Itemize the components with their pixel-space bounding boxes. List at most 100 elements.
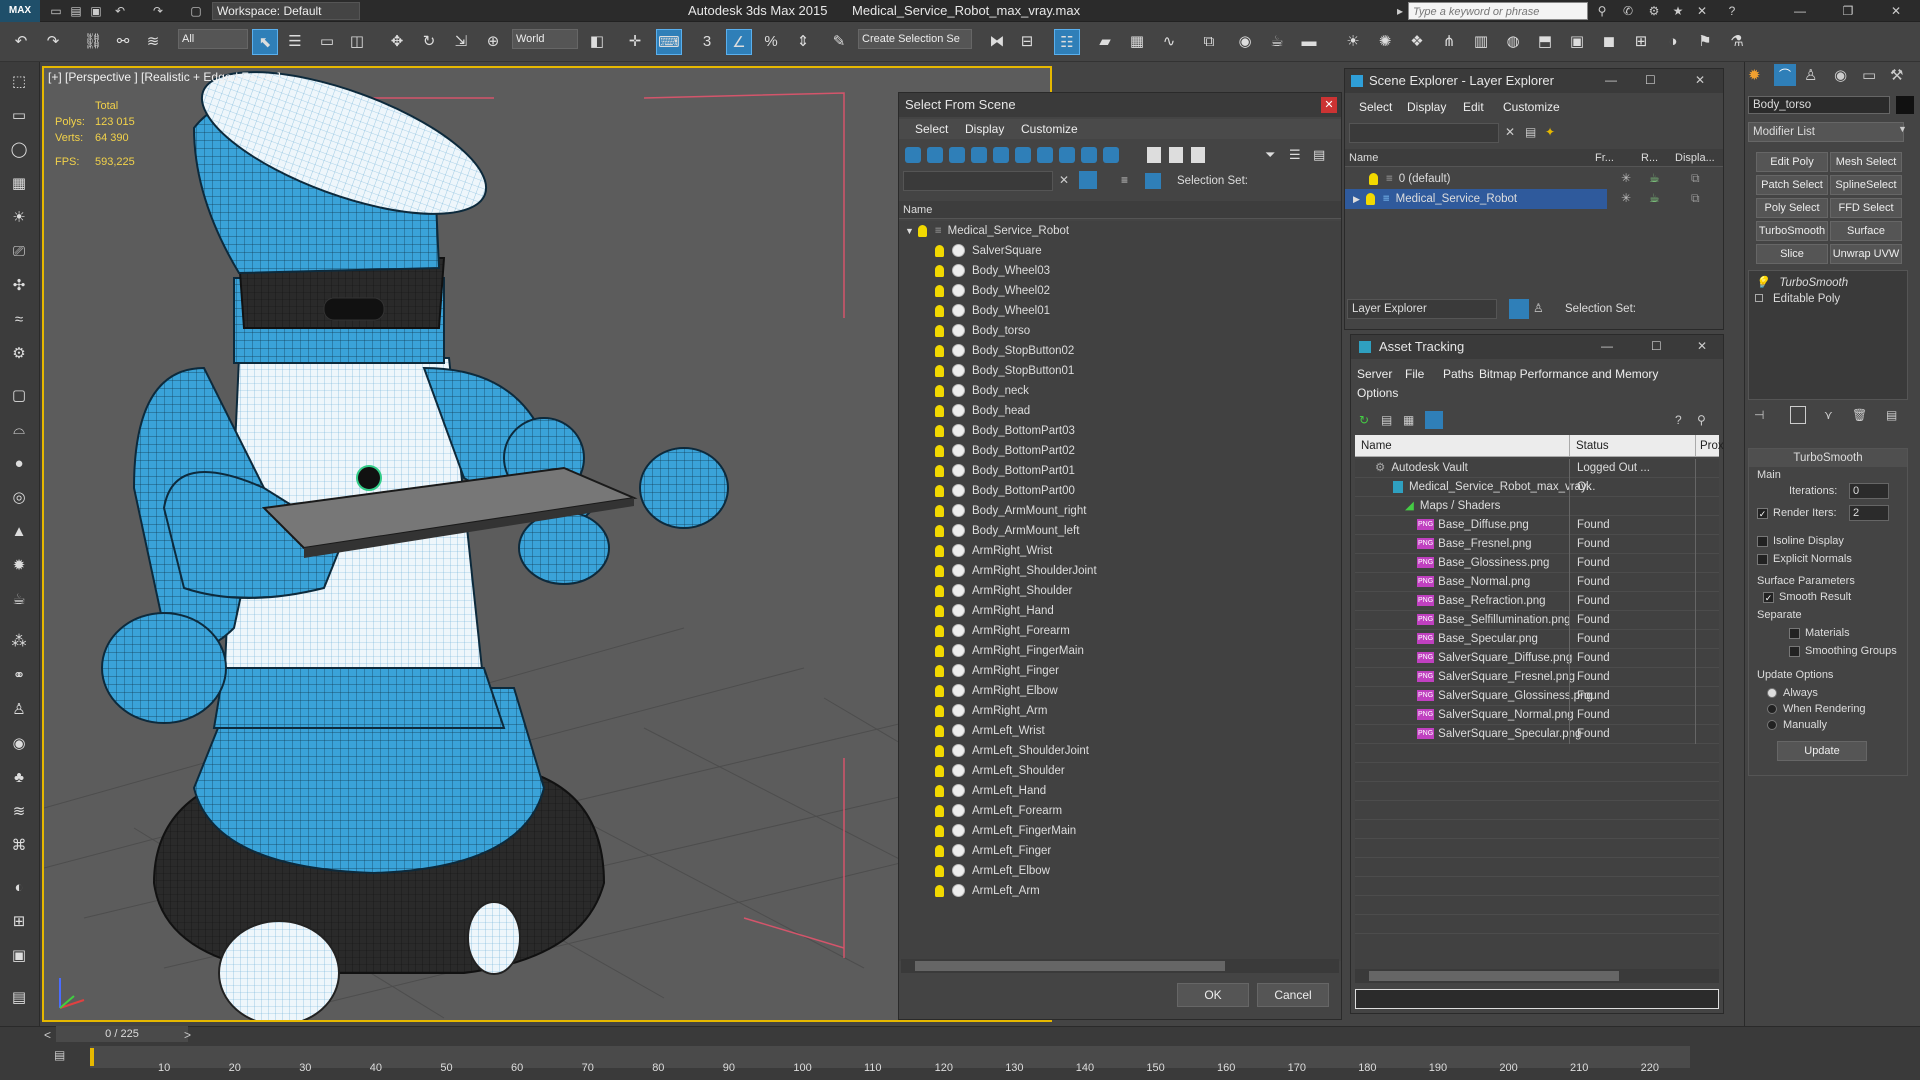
light-bulb-icon[interactable] bbox=[935, 804, 944, 817]
isoline-checkbox[interactable] bbox=[1757, 535, 1768, 547]
list-item[interactable]: ArmLeft_Forearm bbox=[899, 801, 1341, 821]
display-icon[interactable]: ⧉ bbox=[1691, 191, 1700, 206]
list-item[interactable]: ArmLeft_FingerMain bbox=[899, 821, 1341, 841]
list-item[interactable]: Body_Wheel03 bbox=[899, 261, 1341, 281]
object-name-field[interactable]: Body_torso bbox=[1748, 96, 1890, 114]
pin-stack-icon[interactable]: ⊣ bbox=[1754, 408, 1764, 422]
light-bulb-icon[interactable] bbox=[935, 284, 944, 297]
cancel-button[interactable]: Cancel bbox=[1257, 983, 1329, 1007]
light-bulb-icon[interactable] bbox=[935, 604, 944, 617]
freeze-icon[interactable]: ✳ bbox=[1621, 191, 1631, 205]
modifier-button[interactable]: SplineSelect bbox=[1830, 175, 1902, 195]
freeze-icon[interactable]: ✳ bbox=[1621, 171, 1631, 185]
display-tab-icon[interactable]: ▭ bbox=[1862, 66, 1876, 84]
se-col-render[interactable]: R... bbox=[1641, 149, 1658, 167]
sort-icon[interactable]: ☰ bbox=[1289, 147, 1301, 163]
torus-icon[interactable]: ◎ bbox=[6, 486, 32, 510]
mirror-icon[interactable]: ⧓ bbox=[984, 29, 1010, 55]
at-refresh-icon[interactable]: ↻ bbox=[1359, 413, 1369, 427]
light-bulb-icon[interactable] bbox=[935, 784, 944, 797]
list-item[interactable]: Body_ArmMount_left bbox=[899, 521, 1341, 541]
spinner-snap-icon[interactable]: ⇕ bbox=[790, 29, 816, 55]
list-item[interactable]: Body_torso bbox=[899, 321, 1341, 341]
place-icon[interactable]: ⊕ bbox=[480, 29, 506, 55]
render-iters-spinner[interactable]: 2 bbox=[1849, 505, 1889, 521]
grid-icon[interactable]: ▦ bbox=[6, 172, 32, 196]
asset-row[interactable]: PNG SalverSquare_Glossiness.png Found bbox=[1355, 687, 1719, 706]
layer-row-default[interactable]: ≡ 0 (default) bbox=[1345, 169, 1723, 189]
help-icon[interactable]: ? bbox=[1724, 3, 1740, 19]
at-table-icon[interactable] bbox=[1425, 411, 1443, 429]
shapes-icon[interactable]: ◯ bbox=[6, 138, 32, 162]
modifier-button[interactable]: Mesh Select bbox=[1830, 152, 1902, 172]
se-col-name[interactable]: Name bbox=[1349, 149, 1378, 167]
at-col-name[interactable]: Name bbox=[1361, 435, 1392, 457]
se-menu-select[interactable]: Select bbox=[1359, 100, 1392, 114]
search-expand-icon[interactable]: ▸ bbox=[1392, 3, 1408, 19]
layer-row-robot[interactable]: ▶ ≡ Medical_Service_Robot bbox=[1345, 189, 1607, 209]
filter-groups-icon[interactable] bbox=[1037, 147, 1053, 163]
se-minimize-icon[interactable]: — bbox=[1605, 73, 1617, 87]
se-menu-customize[interactable]: Customize bbox=[1503, 100, 1560, 114]
light-bulb-icon[interactable] bbox=[1365, 192, 1375, 205]
redo-icon[interactable]: ↷ bbox=[150, 3, 166, 19]
asset-row[interactable]: PNG SalverSquare_Diffuse.png Found bbox=[1355, 649, 1719, 668]
materials-checkbox[interactable] bbox=[1789, 627, 1800, 639]
at-pin-icon[interactable]: ⚲ bbox=[1697, 413, 1706, 427]
light-bulb-icon[interactable] bbox=[935, 664, 944, 677]
filter-bones-icon[interactable] bbox=[1081, 147, 1097, 163]
filter-geometry-icon[interactable] bbox=[905, 147, 921, 163]
hierarchy-tab-icon[interactable]: ♙ bbox=[1804, 66, 1817, 84]
light-bulb-icon[interactable] bbox=[935, 424, 944, 437]
uvw-icon[interactable]: ⊞ bbox=[6, 910, 32, 934]
pivot-center-icon[interactable]: ◧ bbox=[584, 29, 610, 55]
sfs-clear-icon[interactable]: ✕ bbox=[1059, 173, 1069, 187]
vray-ipr-icon[interactable]: ⊞ bbox=[1628, 29, 1654, 55]
light-bulb-icon[interactable] bbox=[935, 864, 944, 877]
list-item[interactable]: ArmLeft_Wrist bbox=[899, 721, 1341, 741]
sfs-menu-select[interactable]: Select bbox=[915, 122, 948, 136]
keyboard-shortcut-icon[interactable]: ⌨ bbox=[656, 29, 682, 55]
foliage-icon[interactable]: ♣ bbox=[6, 766, 32, 790]
sfs-layer-icon[interactable]: ≡ bbox=[1121, 173, 1128, 187]
light-bulb-icon[interactable] bbox=[935, 544, 944, 557]
vray-sun-icon[interactable]: ✺ bbox=[1372, 29, 1398, 55]
selection-filter-dropdown[interactable]: All bbox=[178, 29, 248, 49]
asset-row[interactable]: PNG SalverSquare_Specular.png Found bbox=[1355, 725, 1719, 744]
asset-row[interactable]: PNG SalverSquare_Fresnel.png Found bbox=[1355, 668, 1719, 687]
particles-icon[interactable]: ⁂ bbox=[6, 630, 32, 654]
redo-tool-icon[interactable]: ↷ bbox=[40, 29, 66, 55]
teapot-icon[interactable]: ☕ bbox=[6, 588, 32, 612]
at-minimize-icon[interactable]: — bbox=[1601, 339, 1613, 353]
list-item[interactable]: ArmLeft_Hand bbox=[899, 781, 1341, 801]
project-folder-icon[interactable]: ▢ bbox=[188, 3, 204, 19]
signin-icon[interactable]: ⚙ bbox=[1646, 3, 1662, 19]
undo-tool-icon[interactable]: ↶ bbox=[8, 29, 34, 55]
at-help-icon[interactable]: ? bbox=[1675, 413, 1682, 427]
list-item[interactable]: ArmRight_Elbow bbox=[899, 681, 1341, 701]
sfs-search-field[interactable] bbox=[903, 171, 1053, 191]
list-item[interactable]: Body_BottomPart01 bbox=[899, 461, 1341, 481]
asset-row[interactable]: PNG Base_Normal.png Found bbox=[1355, 573, 1719, 592]
list-item[interactable]: ArmRight_FingerMain bbox=[899, 641, 1341, 661]
list-item[interactable]: ArmRight_Shoulder bbox=[899, 581, 1341, 601]
list-item[interactable]: ArmRight_Wrist bbox=[899, 541, 1341, 561]
se-layer-add-icon[interactable]: ✦ bbox=[1545, 125, 1555, 139]
se-col-display[interactable]: Displa... bbox=[1675, 149, 1715, 167]
asset-row[interactable]: ⚙ Autodesk Vault Logged Out ... bbox=[1355, 459, 1719, 478]
list-item[interactable]: SalverSquare bbox=[899, 241, 1341, 261]
sfs-menu-display[interactable]: Display bbox=[965, 122, 1004, 136]
chevron-down-icon[interactable]: ▼ bbox=[1898, 124, 1907, 134]
modifier-button[interactable]: Surface Select bbox=[1830, 221, 1902, 255]
light-bulb-icon[interactable] bbox=[935, 464, 944, 477]
filter-lights-icon[interactable] bbox=[949, 147, 965, 163]
light-bulb-icon[interactable] bbox=[935, 824, 944, 837]
box-icon[interactable]: ▢ bbox=[6, 384, 32, 408]
vray-settings-icon[interactable]: ⚑ bbox=[1692, 29, 1718, 55]
light-bulb-icon[interactable] bbox=[935, 624, 944, 637]
render-icon[interactable]: ▣ bbox=[6, 944, 32, 968]
time-slider[interactable]: 0 / 225 bbox=[56, 1026, 188, 1042]
light-bulb-icon[interactable] bbox=[935, 684, 944, 697]
se-menu-display[interactable]: Display bbox=[1407, 100, 1446, 114]
object-color-swatch[interactable] bbox=[1896, 96, 1914, 114]
